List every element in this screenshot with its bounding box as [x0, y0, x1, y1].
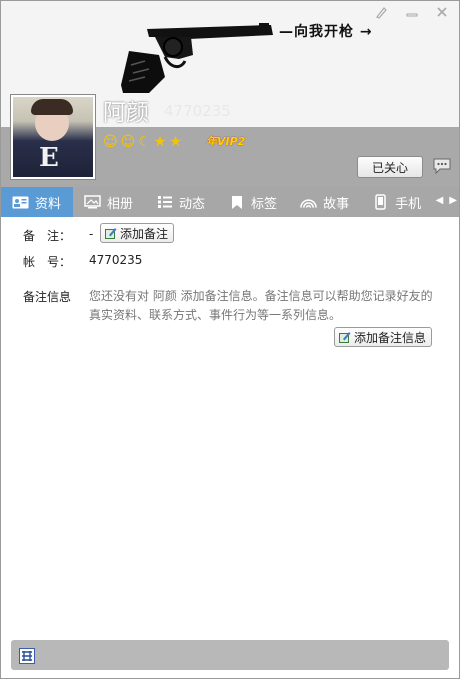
feed-icon	[156, 195, 173, 209]
tab-label: 故事	[323, 196, 350, 212]
tab-scroll-arrows: ◀ ▶	[436, 195, 457, 206]
avatar-hair	[31, 99, 73, 115]
story-icon	[300, 195, 317, 209]
revolver-signature-image	[121, 23, 273, 93]
vip-badge[interactable]: 年VIP2	[206, 133, 245, 149]
minimize-icon[interactable]	[399, 3, 425, 21]
chat-icon[interactable]	[432, 157, 452, 175]
profile-window: —向我开枪 → E 阿颜 4770235 ☺ ☺ ☾ ★ ★ 年VIP2 已关心	[0, 0, 460, 679]
avatar[interactable]: E	[11, 95, 95, 179]
edit-pen-icon	[339, 331, 351, 343]
signature-text: —向我开枪 →	[279, 24, 373, 40]
window-controls	[369, 3, 455, 21]
tab-profile[interactable]: 资料	[1, 187, 74, 217]
remark-value: -	[89, 227, 94, 241]
skin-icon[interactable]	[369, 3, 395, 21]
nickname: 阿颜	[103, 100, 149, 126]
remark-info-label: 备注信息	[23, 290, 72, 304]
profile-tabs: 资料 相册 动态 标签 故事 手机 ◀ ▶	[1, 187, 459, 217]
avatar-sweater-letter: E	[39, 143, 59, 173]
add-remark-info-button[interactable]: 添加备注信息	[334, 327, 433, 347]
tab-story[interactable]: 故事	[289, 187, 361, 217]
footer-bar	[11, 640, 449, 670]
tab-label: 标签	[251, 196, 278, 212]
profile-header: —向我开枪 → E 阿颜 4770235 ☺ ☺ ☾ ★ ★ 年VIP2 已关心	[1, 1, 459, 187]
tab-tags[interactable]: 标签	[217, 187, 289, 217]
follow-button[interactable]: 已关心	[357, 156, 423, 178]
add-remark-button[interactable]: 添加备注	[100, 223, 175, 243]
remark-info-description: 您还没有对 阿颜 添加备注信息。备注信息可以帮助您记录好友的真实资料、联系方式、…	[89, 289, 433, 322]
sun-level-icon: ☺	[120, 134, 136, 150]
remark-label: 备 注：	[23, 229, 72, 243]
tag-icon	[228, 195, 245, 209]
tab-label: 手机	[395, 196, 422, 212]
account-label: 帐 号：	[23, 255, 72, 269]
tab-phone[interactable]: 手机	[361, 187, 433, 217]
account-value: 4770235	[89, 253, 143, 267]
tab-album[interactable]: 相册	[73, 187, 145, 217]
tab-label: 资料	[35, 196, 62, 212]
star-level-icon: ★	[153, 134, 167, 150]
tab-feed[interactable]: 动态	[145, 187, 217, 217]
star-level-icon: ★	[169, 134, 182, 150]
album-icon	[84, 195, 101, 209]
add-remark-label: 添加备注	[120, 226, 169, 241]
app-logo-icon[interactable]	[19, 648, 35, 664]
moon-level-icon: ☾	[138, 134, 151, 150]
chevron-right-icon[interactable]: ▶	[449, 195, 457, 206]
chevron-left-icon[interactable]: ◀	[436, 195, 444, 206]
level-icons[interactable]: ☺ ☺ ☾ ★ ★	[103, 134, 182, 150]
edit-pen-icon	[105, 227, 117, 239]
close-icon[interactable]	[429, 3, 455, 21]
add-remark-info-label: 添加备注信息	[354, 330, 427, 345]
tab-label: 相册	[107, 196, 134, 212]
profile-card-icon	[12, 195, 29, 209]
phone-icon	[372, 194, 389, 210]
account-number: 4770235	[164, 102, 231, 120]
tab-label: 动态	[179, 196, 206, 212]
sun-level-icon: ☺	[103, 134, 118, 150]
